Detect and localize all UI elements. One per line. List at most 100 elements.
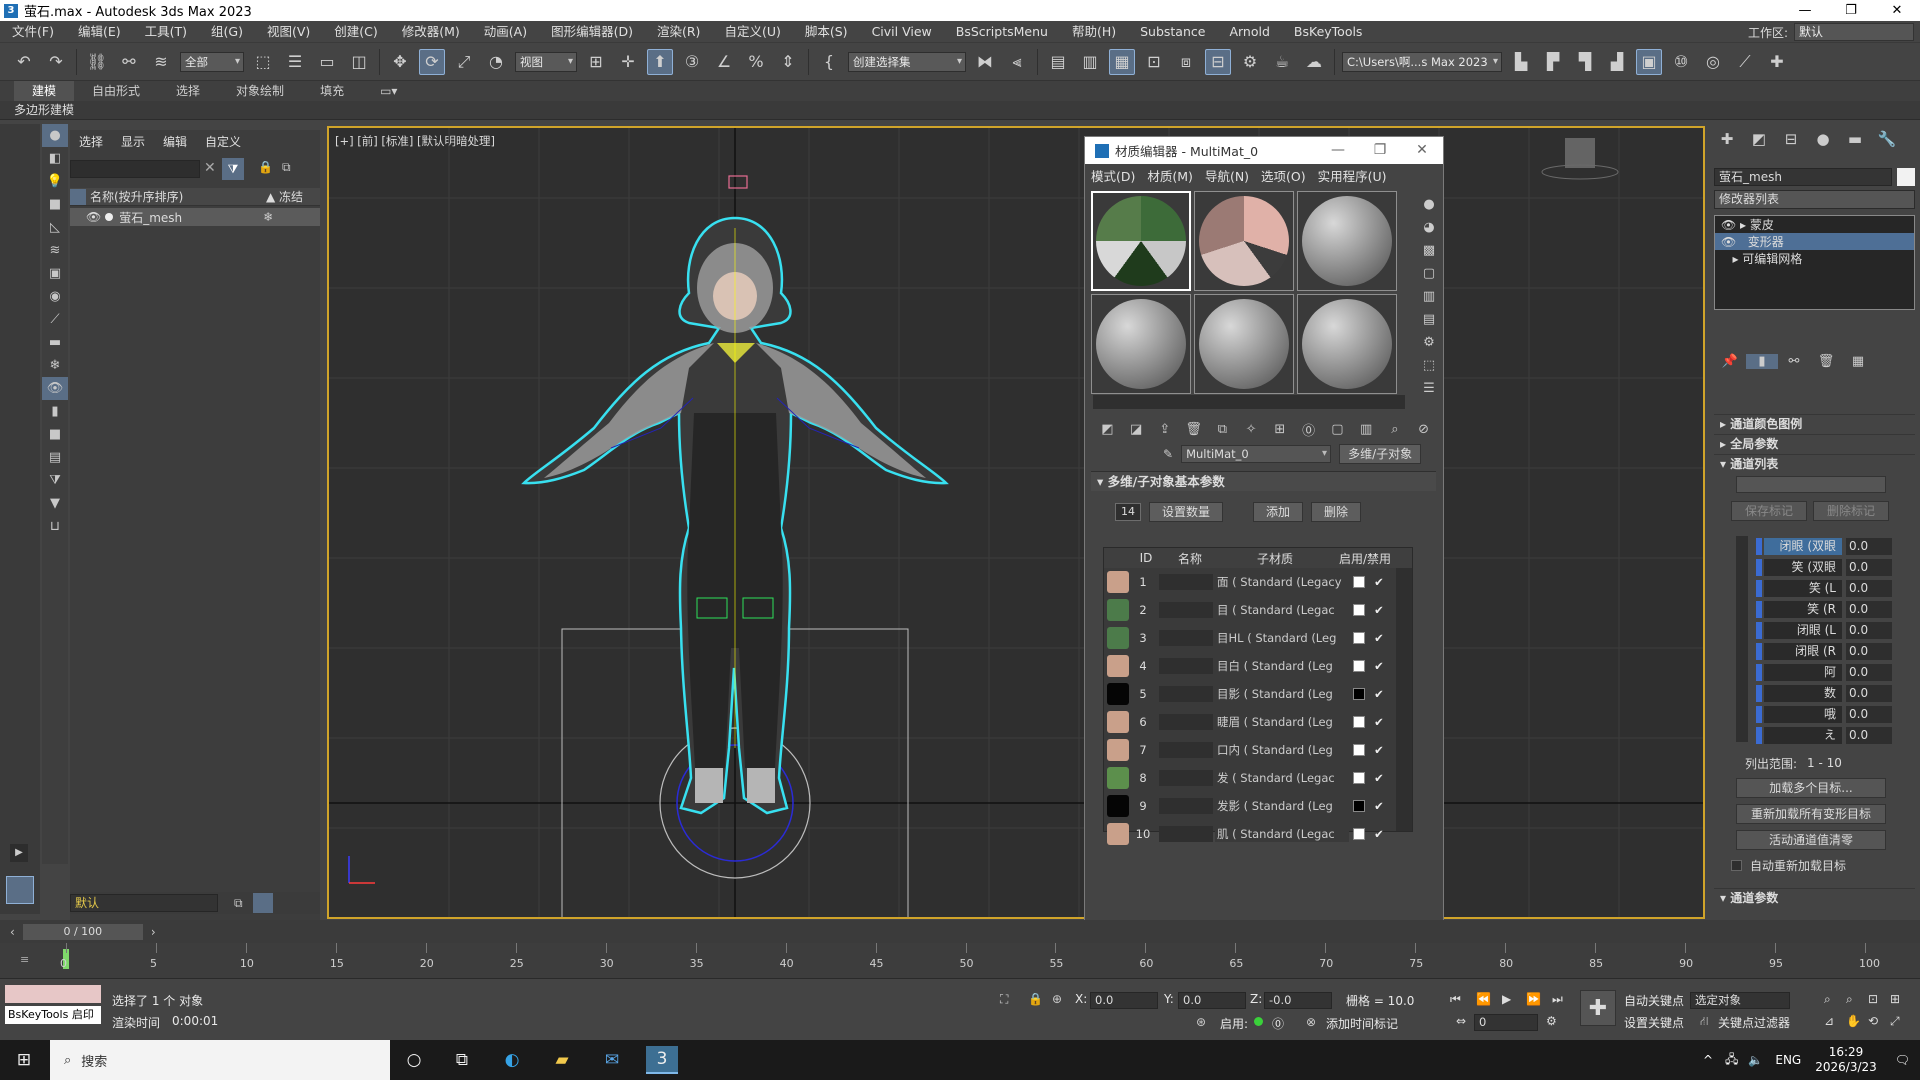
brush-icon[interactable]: ⟋: [1732, 49, 1758, 75]
display-all-toggle-icon[interactable]: ▮: [42, 400, 68, 423]
adaptive-degradation-icon[interactable]: ⊛: [1196, 1015, 1206, 1029]
submaterial-color-swatch[interactable]: [1353, 688, 1365, 700]
table-row[interactable]: 3 目HL ( Standard (Leg ✔: [1104, 624, 1412, 652]
motion-tab-icon[interactable]: ●: [1807, 130, 1839, 148]
file-explorer-icon[interactable]: ▰: [546, 1046, 578, 1074]
submaterial-color-swatch[interactable]: [1353, 632, 1365, 644]
viewport-layout-icon[interactable]: [6, 876, 34, 904]
ribbon-options-icon[interactable]: ▭▾: [362, 81, 415, 101]
visibility-eye-icon[interactable]: 👁: [86, 210, 101, 224]
submaterial-name-field[interactable]: [1159, 714, 1213, 730]
submaterial-button[interactable]: 目 ( Standard (Legac: [1215, 602, 1349, 618]
reload-all-targets-button[interactable]: 重新加载所有变形目标: [1736, 804, 1886, 824]
delete-button[interactable]: 删除: [1311, 502, 1362, 522]
explorer-tab-select[interactable]: 选择: [70, 133, 112, 150]
pivot-icon[interactable]: ✛: [615, 49, 641, 75]
table-row[interactable]: 1 面 ( Standard (Legacy ✔: [1104, 568, 1412, 596]
display-cameras-icon[interactable]: ■: [42, 193, 68, 216]
submaterial-enable-checkbox[interactable]: ✔: [1371, 631, 1387, 645]
create-tab-icon[interactable]: ✚: [1711, 130, 1743, 148]
expand-arrow-icon[interactable]: ▶: [10, 844, 28, 862]
set-key-button[interactable]: 设置关键点: [1624, 1014, 1684, 1031]
table-row[interactable]: 10 肌 ( Standard (Legac ✔: [1104, 820, 1412, 848]
layer-select[interactable]: 默认: [70, 894, 218, 912]
submaterial-enable-checkbox[interactable]: ✔: [1371, 743, 1387, 757]
mirror-icon[interactable]: ⧓: [972, 49, 998, 75]
ribbon-tab-populate[interactable]: 填充: [302, 81, 362, 101]
menu-animation[interactable]: 动画(A): [472, 21, 539, 43]
place-icon[interactable]: ◔: [483, 49, 509, 75]
mated-minimize-button[interactable]: —: [1317, 137, 1359, 164]
display-containers-icon[interactable]: ▬: [42, 331, 68, 354]
save-scene-icon[interactable]: ▣: [1636, 48, 1662, 75]
auto-reload-row[interactable]: 自动重新加载目标: [1731, 856, 1846, 874]
angle-snap-icon[interactable]: ∠: [711, 49, 737, 75]
channel-value-spinner[interactable]: 0.0: [1846, 622, 1892, 639]
redo-icon[interactable]: ↷: [43, 49, 69, 75]
menu-modifiers[interactable]: 修改器(M): [390, 21, 472, 43]
pin-stack-icon[interactable]: 📌: [1714, 354, 1746, 369]
background-icon[interactable]: ▩: [1417, 239, 1441, 262]
menu-rendering[interactable]: 渲染(R): [645, 21, 712, 43]
options-icon[interactable]: ⚙: [1417, 331, 1441, 354]
add-tool-icon[interactable]: ✚: [1764, 49, 1790, 75]
z-coordinate-field[interactable]: -0.0: [1264, 992, 1332, 1009]
rollout-global-params[interactable]: ▸ 全局参数: [1714, 434, 1915, 452]
cortana-icon[interactable]: ○: [398, 1046, 430, 1074]
render-production-icon[interactable]: ☕: [1269, 49, 1295, 75]
submaterial-button[interactable]: 目影 ( Standard (Leg: [1215, 686, 1349, 702]
header-sort-icon[interactable]: [70, 188, 86, 205]
assign-material-icon[interactable]: ⇪: [1151, 422, 1180, 437]
sample-type-icon[interactable]: ●: [1417, 193, 1441, 216]
channel-name-button[interactable]: 笑 (L: [1764, 580, 1842, 597]
morph-channel-row[interactable]: 笑 (R 0.0: [1756, 599, 1896, 620]
make-unique-icon[interactable]: ✧: [1237, 422, 1266, 437]
submaterial-name-field[interactable]: [1159, 826, 1213, 842]
snap-3d-icon[interactable]: ③: [679, 49, 705, 75]
channel-name-button[interactable]: 阿: [1764, 664, 1842, 681]
script-tool-3-icon[interactable]: ▜: [1572, 49, 1598, 75]
channel-value-spinner[interactable]: 0.0: [1846, 664, 1892, 681]
submaterial-color-swatch[interactable]: [1353, 660, 1365, 672]
spinner-snap-icon[interactable]: ⇕: [775, 49, 801, 75]
material-count-field[interactable]: 14: [1115, 503, 1141, 521]
notifications-icon[interactable]: 🗨: [1895, 1053, 1910, 1067]
submaterial-name-field[interactable]: [1159, 630, 1213, 646]
zero-active-channels-button[interactable]: 活动通道值清零: [1736, 830, 1886, 850]
material-slot-2[interactable]: [1194, 191, 1294, 291]
menu-tools[interactable]: 工具(T): [133, 21, 199, 43]
channel-name-button[interactable]: 闭眼 (R: [1764, 643, 1842, 660]
display-helpers-icon[interactable]: ◺: [42, 216, 68, 239]
pivot-center-icon[interactable]: ⊞: [583, 49, 609, 75]
taskbar-search-input[interactable]: ⌕ 搜索: [50, 1040, 390, 1080]
task-view-icon[interactable]: ⧉: [446, 1046, 478, 1074]
put-to-library-icon[interactable]: ⊞: [1266, 422, 1295, 437]
selection-lock-icon[interactable]: 🔒: [1028, 992, 1043, 1006]
save-marker-button[interactable]: 保存标记: [1731, 501, 1807, 521]
align-icon[interactable]: ⫷: [1004, 49, 1030, 75]
named-selection-select[interactable]: 创建选择集: [848, 51, 966, 72]
auto-key-button[interactable]: 自动关键点: [1624, 992, 1684, 1009]
edge-icon[interactable]: ◐: [496, 1046, 528, 1074]
submaterial-color-swatch[interactable]: [1353, 604, 1365, 616]
channel-name-button[interactable]: 笑 (双眼: [1764, 559, 1842, 576]
submaterial-color-swatch[interactable]: [1353, 800, 1365, 812]
submaterial-enable-checkbox[interactable]: ✔: [1371, 687, 1387, 701]
percent-snap-icon[interactable]: %: [743, 49, 769, 75]
submaterial-enable-checkbox[interactable]: ✔: [1371, 575, 1387, 589]
clock[interactable]: 16:29 2026/3/23: [1815, 1045, 1877, 1075]
mated-maximize-button[interactable]: ❐: [1359, 137, 1401, 164]
mated-menu-navigation[interactable]: 导航(N): [1199, 166, 1255, 185]
multi-sub-rollout[interactable]: ▾ 多维/子对象基本参数: [1091, 471, 1436, 491]
display-hidden-icon[interactable]: 👁: [42, 377, 68, 400]
morph-channel-row[interactable]: 笑 (L 0.0: [1756, 578, 1896, 599]
tray-expand-icon[interactable]: ^: [1703, 1053, 1713, 1067]
prev-key-icon[interactable]: ⏪: [1476, 992, 1491, 1006]
table-row[interactable]: 6 睫眉 ( Standard (Leg ✔: [1104, 708, 1412, 736]
time-slider[interactable]: ‹ 0 / 100 ›: [0, 920, 1920, 943]
mated-menu-material[interactable]: 材质(M): [1141, 166, 1199, 185]
script-tool-2-icon[interactable]: ▛: [1540, 49, 1566, 75]
next-frame-icon[interactable]: ›: [151, 925, 156, 939]
move-icon[interactable]: ✥: [387, 49, 413, 75]
hierarchy-icon[interactable]: ⧉: [282, 160, 291, 175]
